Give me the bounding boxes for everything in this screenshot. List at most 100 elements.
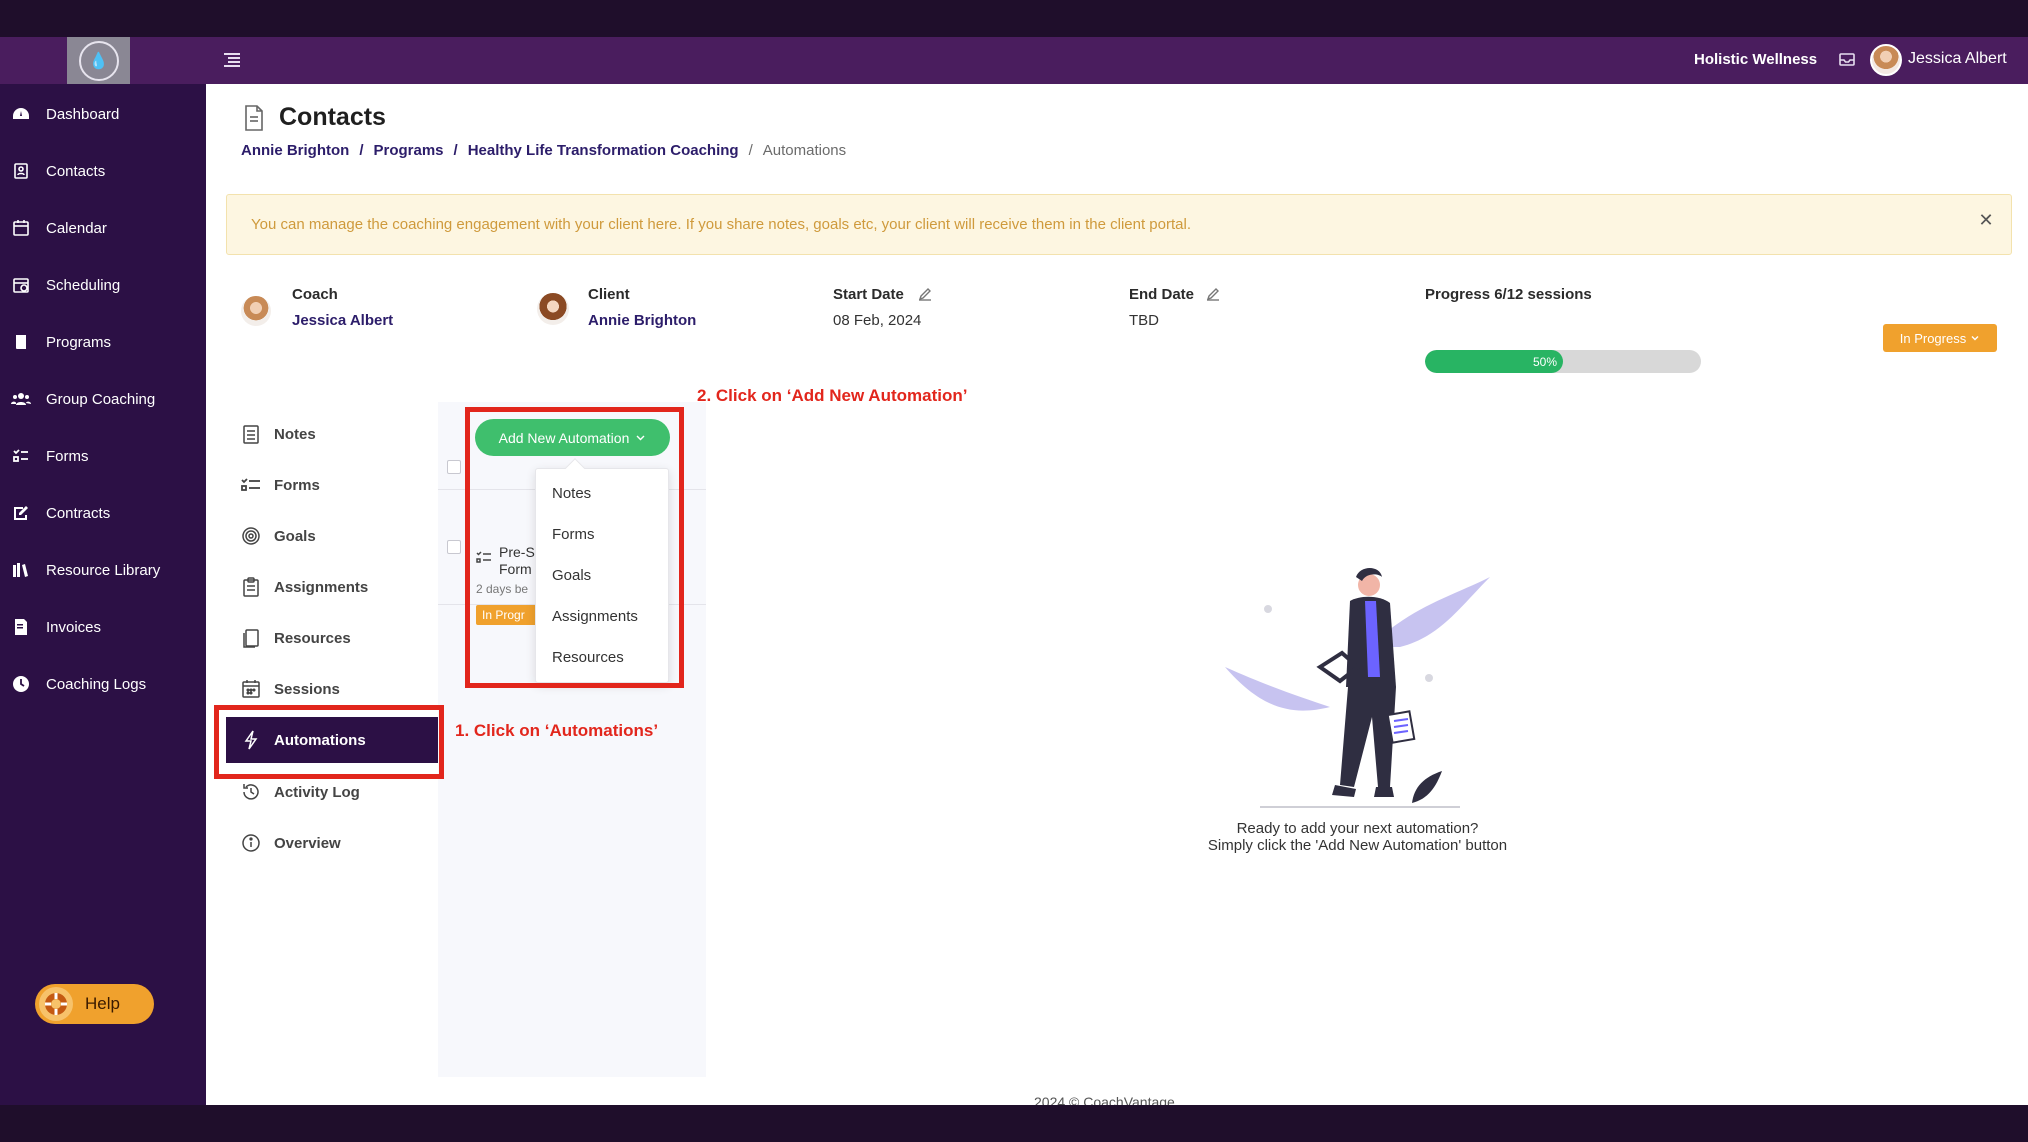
hamburger-menu-icon[interactable]: [222, 50, 242, 70]
footer-copyright: 2024 © CoachVantage: [1034, 1094, 1175, 1105]
tab-label: Activity Log: [274, 783, 360, 801]
user-avatar[interactable]: [1870, 44, 1902, 76]
tab-label: Goals: [274, 527, 316, 545]
bottom-black-strip: [0, 1105, 2028, 1142]
inbox-icon[interactable]: [1838, 50, 1856, 68]
clock-icon: [11, 674, 31, 694]
empty-state-illustration: [1225, 568, 1490, 808]
target-icon: [240, 525, 262, 547]
start-date-label: Start Date: [833, 286, 904, 303]
sidebar-item-resource-library[interactable]: Resource Library: [0, 550, 206, 590]
select-all-checkbox[interactable]: [447, 460, 461, 474]
sidebar-item-label: Contracts: [46, 504, 111, 522]
client-label: Client: [588, 286, 630, 303]
info-banner-text: You can manage the coaching engagement w…: [251, 216, 1191, 233]
forms-icon: [11, 446, 31, 466]
sidebar-item-invoices[interactable]: Invoices: [0, 607, 206, 647]
sidebar-item-label: Forms: [46, 447, 89, 465]
breadcrumb-separator: /: [359, 142, 364, 159]
breadcrumb-separator: /: [453, 142, 458, 159]
breadcrumb-contact[interactable]: Annie Brighton: [241, 142, 349, 159]
tab-label: Sessions: [274, 680, 340, 698]
breadcrumb-program-name[interactable]: Healthy Life Transformation Coaching: [468, 142, 739, 159]
coach-avatar: [241, 296, 271, 326]
empty-state-hint: Simply click the 'Add New Automation' bu…: [1207, 837, 1508, 854]
row-checkbox[interactable]: [447, 540, 461, 554]
breadcrumb-separator: /: [748, 142, 753, 159]
sidebar-item-forms[interactable]: Forms: [0, 436, 206, 476]
notes-icon: [240, 423, 262, 445]
edit-end-date-pencil-icon[interactable]: [1206, 287, 1220, 301]
empty-state-title: Ready to add your next automation?: [1236, 820, 1479, 837]
progress-label: Progress 6/12 sessions: [1425, 286, 1592, 303]
status-dropdown[interactable]: In Progress: [1883, 324, 1997, 352]
sidebar-item-programs[interactable]: Programs: [0, 322, 206, 362]
progress-bar-fill: 50%: [1425, 350, 1563, 373]
dashboard-icon: [11, 104, 31, 124]
contacts-icon: [11, 161, 31, 181]
page-title: Contacts: [279, 103, 386, 131]
progress-percent: 50%: [1532, 354, 1557, 369]
tab-resources[interactable]: Resources: [240, 620, 351, 656]
tab-label: Assignments: [274, 578, 369, 596]
breadcrumb-current: Automations: [762, 142, 847, 159]
tab-goals[interactable]: Goals: [240, 518, 316, 554]
sidebar-item-contacts[interactable]: Contacts: [0, 151, 206, 191]
tab-notes[interactable]: Notes: [240, 416, 316, 452]
tab-overview[interactable]: Overview: [240, 825, 341, 861]
sidebar-item-group-coaching[interactable]: Group Coaching: [0, 379, 206, 419]
scheduling-icon: [11, 275, 31, 295]
sidebar-item-label: Programs: [46, 333, 112, 351]
sidebar-item-calendar[interactable]: Calendar: [0, 208, 206, 248]
sidebar-item-dashboard[interactable]: Dashboard: [0, 94, 206, 134]
annotation-step-1: 1. Click on ‘Automations’: [455, 721, 659, 740]
tab-label: Overview: [274, 834, 341, 852]
top-header: 💧 Holistic Wellness Jessica Albert: [0, 37, 2028, 84]
progress-bar: 50%: [1425, 350, 1701, 373]
main-sidebar: Dashboard Contacts Calendar Scheduling P…: [0, 84, 206, 1105]
client-name-link[interactable]: Annie Brighton: [588, 312, 696, 329]
edit-start-date-pencil-icon[interactable]: [918, 287, 932, 301]
tab-sessions[interactable]: Sessions: [240, 671, 340, 707]
resources-icon: [240, 627, 262, 649]
breadcrumb-programs[interactable]: Programs: [374, 142, 444, 159]
tab-assignments[interactable]: Assignments: [240, 569, 368, 605]
drop-logo-icon: 💧: [78, 40, 119, 81]
calendar-icon: [11, 218, 31, 238]
help-label: Help: [85, 994, 120, 1013]
app-window: 💧 Holistic Wellness Jessica Albert Dashb…: [0, 37, 2028, 1105]
end-date-value: TBD: [1129, 312, 1159, 329]
contract-icon: [11, 503, 31, 523]
org-name[interactable]: Holistic Wellness: [1694, 51, 1817, 68]
book-icon: [11, 332, 31, 352]
sidebar-item-coaching-logs[interactable]: Coaching Logs: [0, 664, 206, 704]
sidebar-item-label: Scheduling: [46, 276, 121, 294]
close-icon[interactable]: ✕: [1977, 211, 1995, 229]
library-icon: [11, 560, 31, 580]
brand-logo[interactable]: 💧: [67, 37, 130, 84]
annotation-box-add-automation: [465, 407, 684, 688]
history-icon: [240, 781, 262, 803]
tab-label: Notes: [274, 425, 316, 443]
annotation-box-automations: [214, 705, 444, 779]
top-black-strip: [0, 0, 2028, 37]
annotation-step-2: 2. Click on ‘Add New Automation’: [697, 386, 968, 405]
tab-activity-log[interactable]: Activity Log: [240, 774, 360, 810]
sessions-calendar-icon: [240, 678, 262, 700]
help-button[interactable]: Help: [35, 984, 154, 1024]
tab-forms[interactable]: Forms: [240, 467, 320, 503]
document-icon: [245, 105, 263, 131]
chevron-down-icon: [1971, 336, 1979, 341]
user-name[interactable]: Jessica Albert: [1908, 50, 2007, 68]
forms-list-icon: [240, 474, 262, 496]
sidebar-item-contracts[interactable]: Contracts: [0, 493, 206, 533]
coach-name-link[interactable]: Jessica Albert: [292, 312, 393, 329]
sidebar-item-scheduling[interactable]: Scheduling: [0, 265, 206, 305]
sidebar-item-label: Invoices: [46, 618, 102, 636]
clipboard-icon: [240, 576, 262, 598]
tab-label: Resources: [274, 629, 351, 647]
lifebuoy-icon: [39, 987, 73, 1021]
start-date-value: 08 Feb, 2024: [833, 312, 922, 329]
invoice-icon: [11, 617, 31, 637]
sidebar-item-label: Group Coaching: [46, 390, 156, 408]
